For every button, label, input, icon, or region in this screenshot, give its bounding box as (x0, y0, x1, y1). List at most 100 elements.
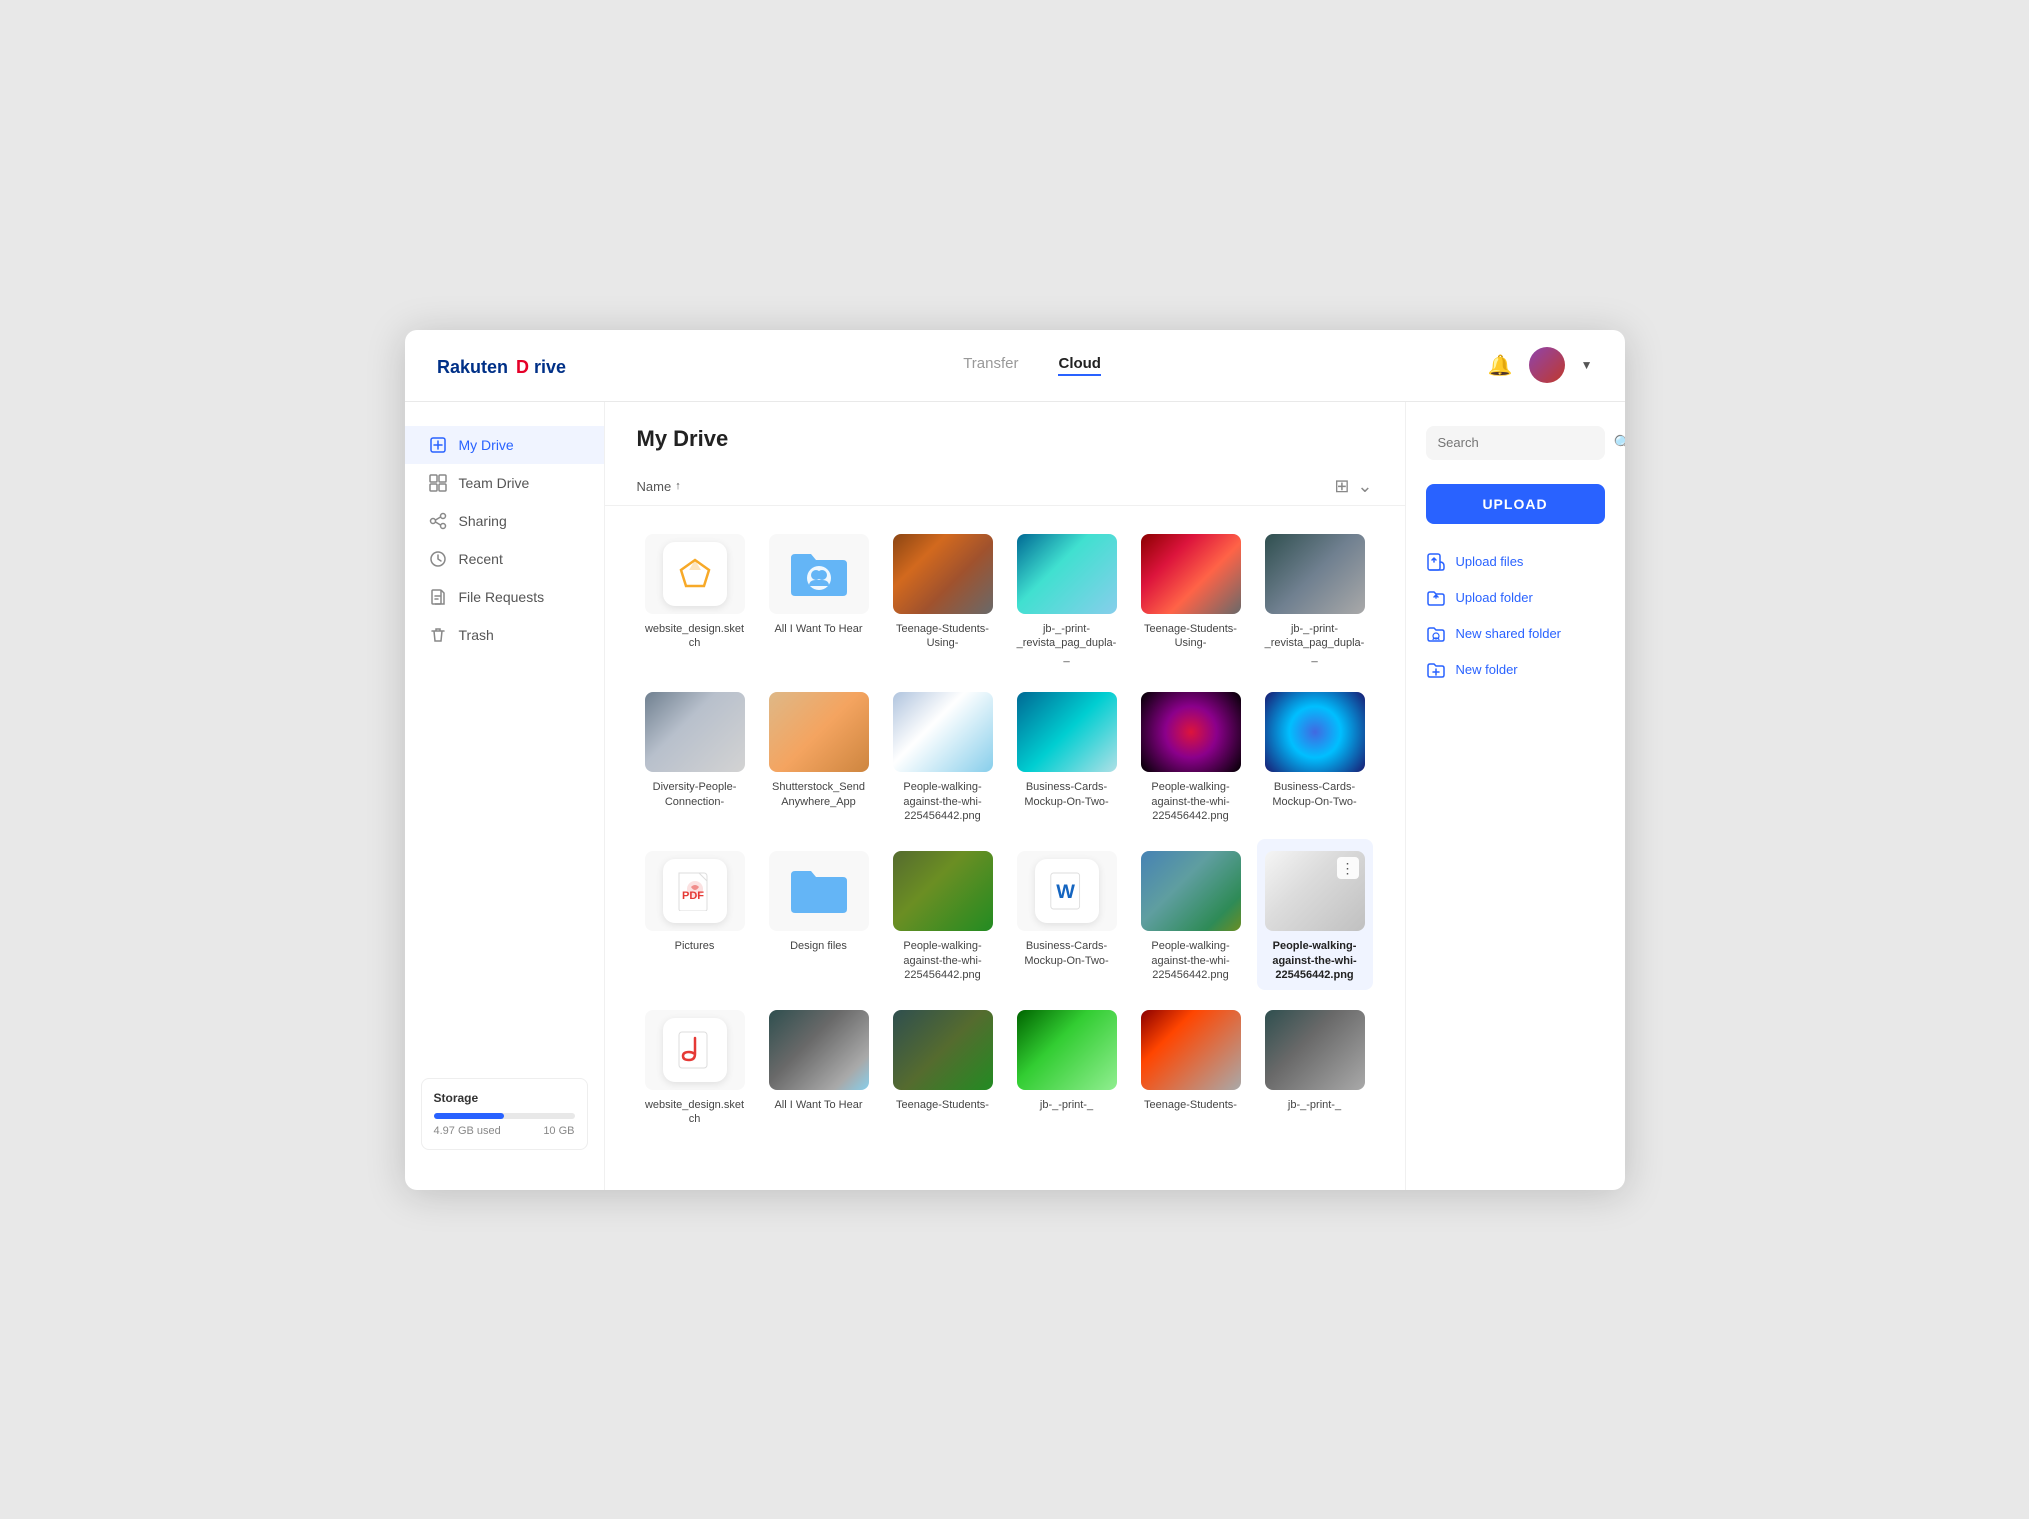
file-thumbnail (769, 692, 869, 772)
file-name: jb-_-print-_ (1040, 1098, 1093, 1112)
file-thumbnail (645, 534, 745, 614)
list-item[interactable]: People-walking-against-the-whi-225456442… (1133, 680, 1249, 831)
folder-icon (787, 863, 851, 919)
sort-control[interactable]: Name ↑ (637, 479, 681, 494)
file-thumbnail (893, 534, 993, 614)
list-item[interactable]: ⋮ People-walking-against-the-whi-2254564… (1257, 839, 1373, 990)
file-name: Diversity-People-Connection- (645, 780, 745, 809)
file-requests-icon (429, 588, 447, 606)
upload-folder-label: Upload folder (1456, 590, 1533, 605)
sidebar-item-sharing[interactable]: Sharing (405, 502, 604, 540)
tab-cloud[interactable]: Cloud (1058, 355, 1101, 376)
main-header: My Drive (605, 402, 1405, 468)
list-item[interactable]: jb-_-print-_ (1257, 998, 1373, 1135)
sidebar-item-trash[interactable]: Trash (405, 616, 604, 654)
list-item[interactable]: PDF Pictures (637, 839, 753, 990)
upload-button[interactable]: UPLOAD (1426, 484, 1605, 524)
view-controls: ⊞ ⌄ (1334, 476, 1372, 497)
file-thumbnail (1265, 534, 1365, 614)
file-name: Business-Cards-Mockup-On-Two- (1265, 780, 1365, 809)
list-item[interactable]: Shutterstock_Send Anywhere_App (761, 680, 877, 831)
list-item[interactable]: Teenage-Students- (1133, 998, 1249, 1135)
sidebar-item-label: Sharing (459, 513, 507, 529)
list-item[interactable]: Teenage-Students-Using- (885, 522, 1001, 673)
sidebar-item-label: Team Drive (459, 475, 530, 491)
recent-icon (429, 550, 447, 568)
file-thumbnail (893, 692, 993, 772)
upload-files-action[interactable]: Upload files (1426, 544, 1605, 580)
storage-info: 4.97 GB used 10 GB (434, 1125, 575, 1137)
list-item[interactable]: website_design.sketch (637, 998, 753, 1135)
sidebar-item-team-drive[interactable]: Team Drive (405, 464, 604, 502)
list-item[interactable]: Design files (761, 839, 877, 990)
new-shared-folder-icon (1426, 624, 1446, 644)
file-thumbnail (1265, 1010, 1365, 1090)
list-item[interactable]: Business-Cards-Mockup-On-Two- (1009, 680, 1125, 831)
sort-label-text: Name (637, 479, 672, 494)
file-name: People-walking-against-the-whi-225456442… (893, 780, 993, 823)
file-thumbnail (1141, 851, 1241, 931)
file-thumbnail (769, 851, 869, 931)
logo: Rakuten D rive (437, 351, 577, 379)
more-options-button[interactable]: ⋮ (1337, 857, 1359, 879)
file-thumbnail (1141, 534, 1241, 614)
sidebar-item-my-drive[interactable]: My Drive (405, 426, 604, 464)
sidebar-item-recent[interactable]: Recent (405, 540, 604, 578)
file-name: People-walking-against-the-whi-225456442… (1141, 780, 1241, 823)
trash-icon (429, 626, 447, 644)
upload-files-label: Upload files (1456, 554, 1524, 569)
new-folder-label: New folder (1456, 662, 1518, 677)
list-item[interactable]: People-walking-against-the-whi-225456442… (1133, 839, 1249, 990)
sidebar-item-file-requests[interactable]: File Requests (405, 578, 604, 616)
list-item[interactable]: jb-_-print-_ (1009, 998, 1125, 1135)
storage-title: Storage (434, 1091, 575, 1105)
avatar[interactable] (1529, 347, 1565, 383)
upload-file-icon (1426, 552, 1446, 572)
list-item[interactable]: All I Want To Hear (761, 522, 877, 673)
list-item[interactable]: All I Want To Hear (761, 998, 877, 1135)
tab-transfer[interactable]: Transfer (963, 355, 1018, 376)
body: My Drive Team Drive (405, 402, 1625, 1190)
file-name: jb-_-print-_ (1288, 1098, 1341, 1112)
file-name: People-walking-against-the-whi-225456442… (893, 939, 993, 982)
sharing-icon (429, 512, 447, 530)
word-icon: W (1035, 859, 1099, 923)
upload-folder-action[interactable]: Upload folder (1426, 580, 1605, 616)
list-item[interactable]: People-walking-against-the-whi-225456442… (885, 839, 1001, 990)
drive-icon (429, 436, 447, 454)
file-thumbnail (645, 1010, 745, 1090)
new-folder-action[interactable]: New folder (1426, 652, 1605, 688)
storage-used: 4.97 GB used (434, 1125, 501, 1137)
file-name: website_design.sketch (645, 1098, 745, 1127)
file-name: Business-Cards-Mockup-On-Two- (1017, 780, 1117, 809)
pdf-icon: PDF (663, 859, 727, 923)
list-item[interactable]: Diversity-People-Connection- (637, 680, 753, 831)
nav-tabs: Transfer Cloud (963, 355, 1101, 376)
page-title: My Drive (637, 426, 1373, 452)
bell-icon[interactable]: 🔔 (1488, 353, 1513, 378)
list-item[interactable]: Teenage-Students-Using- (1133, 522, 1249, 673)
file-thumbnail (645, 692, 745, 772)
file-thumbnail (1017, 534, 1117, 614)
svg-text:Rakuten: Rakuten (437, 357, 508, 377)
list-item[interactable]: W Business-Cards-Mockup-On-Two- (1009, 839, 1125, 990)
list-item[interactable]: website_design.sketch (637, 522, 753, 673)
grid-view-icon[interactable]: ⊞ (1334, 476, 1349, 497)
file-name: jb-_-print-_revista_pag_dupla-_ (1017, 622, 1117, 665)
new-shared-folder-action[interactable]: New shared folder (1426, 616, 1605, 652)
list-item[interactable]: Business-Cards-Mockup-On-Two- (1257, 680, 1373, 831)
file-thumbnail: PDF (645, 851, 745, 931)
right-panel: 🔍 UPLOAD Upload files (1405, 402, 1625, 1190)
file-name: Teenage-Students- (1144, 1098, 1237, 1112)
view-options-icon[interactable]: ⌄ (1357, 476, 1372, 497)
list-item[interactable]: jb-_-print-_revista_pag_dupla-_ (1009, 522, 1125, 673)
list-item[interactable]: People-walking-against-the-whi-225456442… (885, 680, 1001, 831)
file-thumbnail (1265, 692, 1365, 772)
search-input[interactable] (1438, 435, 1614, 450)
sidebar-item-label: Recent (459, 551, 503, 567)
file-thumbnail (769, 1010, 869, 1090)
list-item[interactable]: jb-_-print-_revista_pag_dupla-_ (1257, 522, 1373, 673)
chevron-down-icon[interactable]: ▼ (1581, 358, 1593, 372)
list-item[interactable]: Teenage-Students- (885, 998, 1001, 1135)
file-name: jb-_-print-_revista_pag_dupla-_ (1265, 622, 1365, 665)
